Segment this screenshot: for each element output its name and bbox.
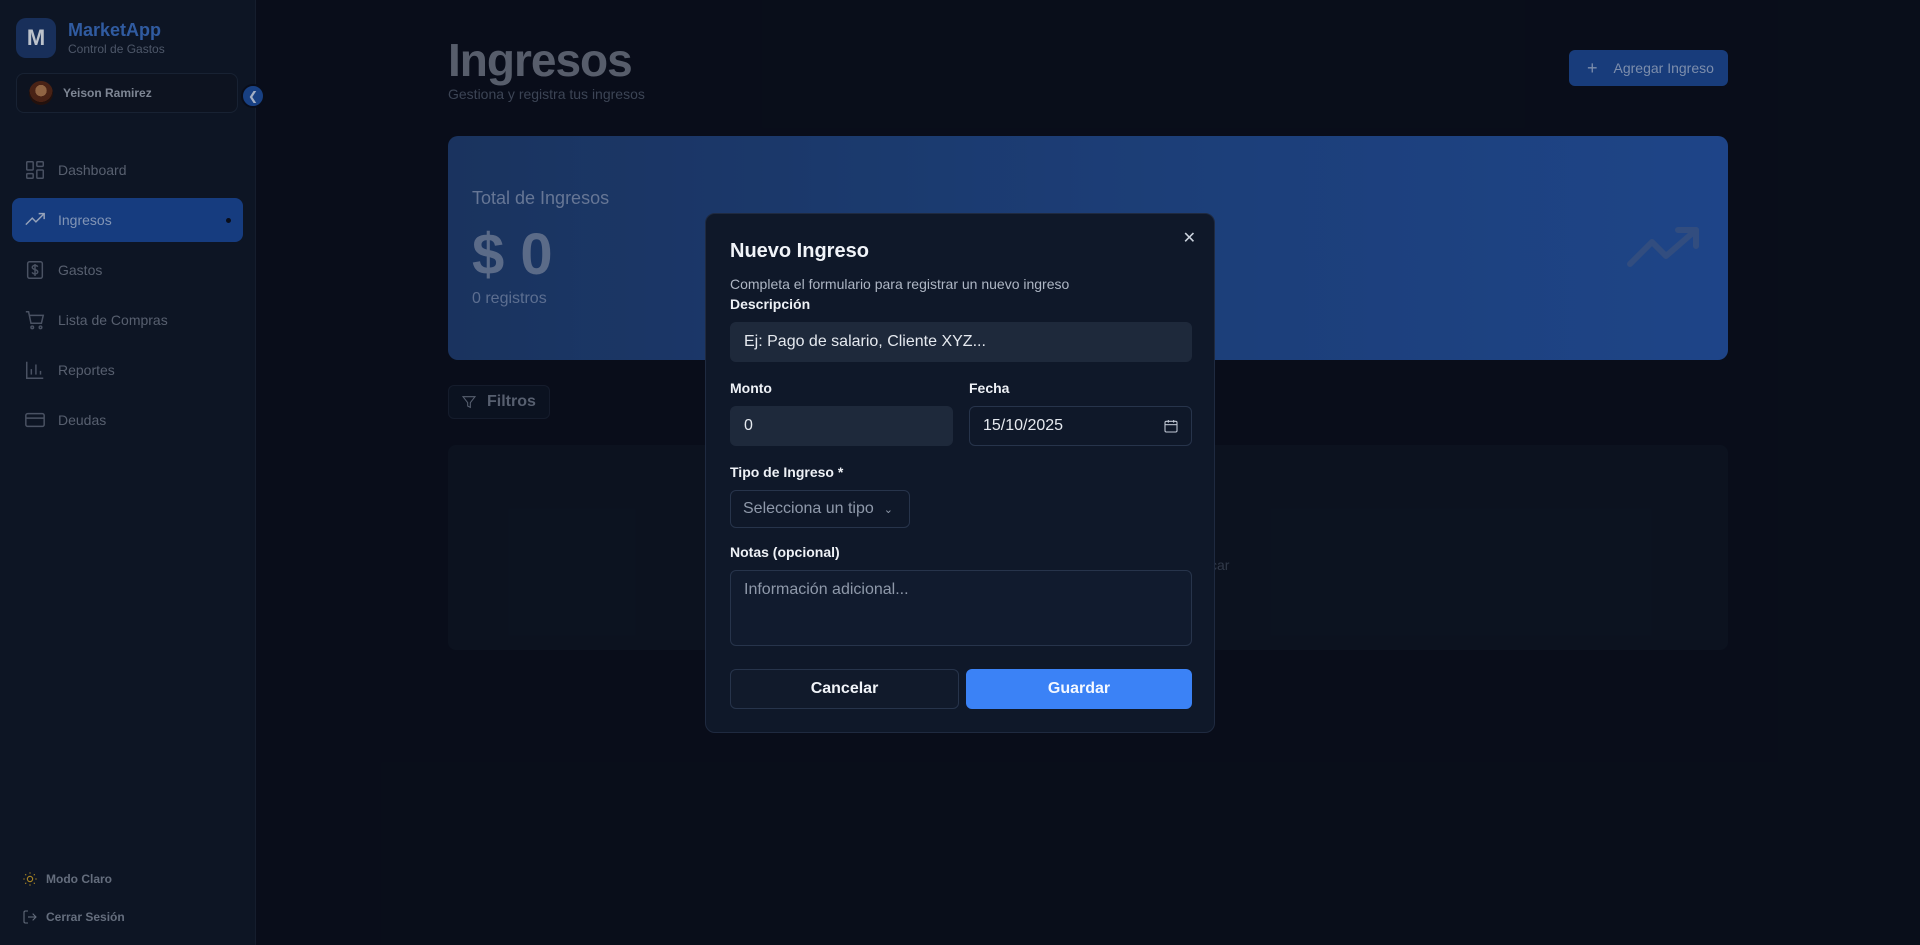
dialog-title: Nuevo Ingreso [730,240,869,262]
description-input[interactable]: Ej: Pago de salario, Cliente XYZ... [730,322,1192,362]
date-input[interactable]: 15/10/2025 [969,406,1192,446]
new-income-dialog: ✕ Nuevo Ingreso Completa el formulario p… [705,213,1215,733]
income-type-placeholder: Selecciona un tipo [743,500,874,517]
close-icon[interactable]: ✕ [1183,228,1196,248]
date-value: 15/10/2025 [983,417,1064,434]
income-type-label: Tipo de Ingreso * [730,464,844,480]
description-label: Descripción [730,296,811,312]
date-label: Fecha [969,380,1010,396]
calendar-icon[interactable] [1163,418,1179,434]
notes-textarea[interactable]: Información adicional... [730,570,1192,646]
dialog-subtitle: Completa el formulario para registrar un… [730,276,1070,292]
amount-input[interactable]: 0 [730,406,953,446]
save-button[interactable]: Guardar [966,669,1192,709]
amount-label: Monto [730,380,772,396]
cancel-button[interactable]: Cancelar [730,669,959,709]
income-type-select[interactable]: Selecciona un tipo ⌄ [730,490,910,528]
chevron-down-icon: ⌄ [883,503,893,516]
notes-label: Notas (opcional) [730,544,840,560]
